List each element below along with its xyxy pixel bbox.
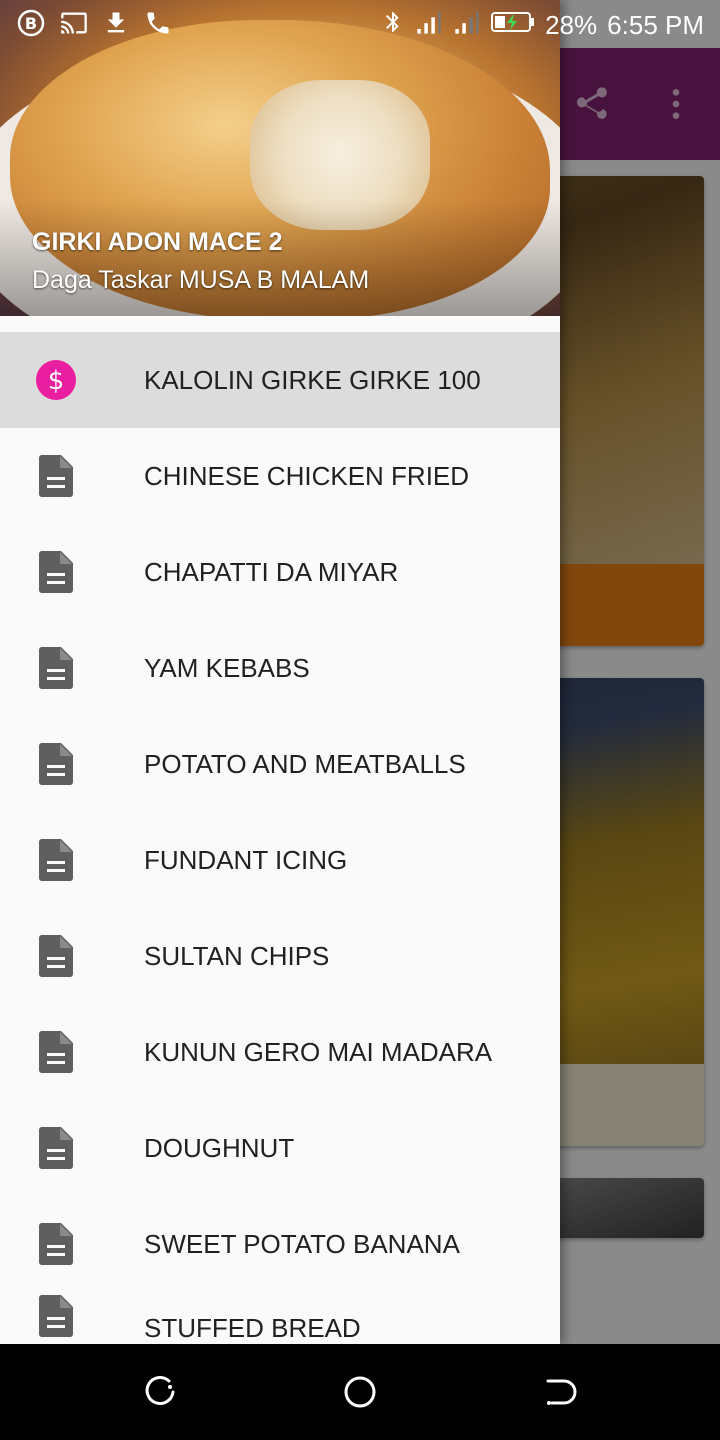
navigation-bar	[0, 1344, 720, 1440]
menu-item[interactable]: $ KALOLIN GIRKE GIRKE 100	[0, 332, 560, 428]
clock: 6:55 PM	[607, 10, 704, 40]
home-icon[interactable]	[340, 1372, 380, 1412]
menu-item[interactable]: SULTAN CHIPS	[0, 908, 560, 1004]
document-icon	[36, 836, 76, 884]
document-icon	[36, 932, 76, 980]
menu-item-label: CHAPATTI DA MIYAR	[144, 557, 399, 587]
menu-item-label: CHINESE CHICKEN FRIED	[144, 461, 470, 491]
menu-item-label: YAM KEBABS	[144, 653, 310, 683]
menu-item-label: STUFFED BREAD	[144, 1313, 361, 1343]
menu-item[interactable]: CHINESE CHICKEN FRIED	[0, 428, 560, 524]
navigation-drawer: GIRKI ADON MACE 2 Daga Taskar MUSA B MAL…	[0, 0, 560, 1344]
menu-item[interactable]: SWEET POTATO BANANA	[0, 1196, 560, 1292]
menu-item[interactable]: YAM KEBABS	[0, 620, 560, 716]
battery-charging-icon	[491, 10, 535, 41]
status-bar: B 28% 6:55 PM	[0, 0, 720, 48]
menu-item[interactable]: DOUGHNUT	[0, 1100, 560, 1196]
drawer-subtitle: Daga Taskar MUSA B MALAM	[32, 266, 370, 294]
download-icon	[102, 9, 130, 42]
call-wifi-icon	[144, 9, 172, 42]
document-icon	[36, 452, 76, 500]
menu-item-label: FUNDANT ICING	[144, 845, 348, 875]
menu-item-label: SULTAN CHIPS	[144, 941, 330, 971]
menu-item[interactable]: CHAPATTI DA MIYAR	[0, 524, 560, 620]
menu-item-label: POTATO AND MEATBALLS	[144, 749, 466, 779]
bluetooth-icon	[381, 8, 405, 43]
back-icon[interactable]	[540, 1372, 580, 1412]
menu-item[interactable]: STUFFED BREAD	[0, 1292, 560, 1344]
svg-text:$: $	[48, 366, 65, 396]
dollar-icon: $	[36, 356, 76, 404]
cast-icon	[60, 9, 88, 42]
menu-item-label: KUNUN GERO MAI MADARA	[144, 1037, 493, 1067]
drawer-title: GIRKI ADON MACE 2	[32, 228, 283, 256]
svg-text:B: B	[25, 14, 37, 33]
b-badge-icon: B	[16, 8, 46, 43]
menu-item-label: SWEET POTATO BANANA	[144, 1229, 460, 1259]
drawer-menu: $ KALOLIN GIRKE GIRKE 100 CHINESE CHICKE…	[0, 332, 560, 1344]
menu-item[interactable]: KUNUN GERO MAI MADARA	[0, 1004, 560, 1100]
document-icon	[36, 644, 76, 692]
recents-icon[interactable]	[140, 1372, 180, 1412]
document-icon	[36, 1028, 76, 1076]
document-icon	[36, 1292, 76, 1340]
document-icon	[36, 1124, 76, 1172]
menu-item[interactable]: FUNDANT ICING	[0, 812, 560, 908]
menu-item-label: KALOLIN GIRKE GIRKE 100	[144, 365, 481, 395]
battery-percent: 28%	[545, 10, 598, 40]
document-icon	[36, 740, 76, 788]
document-icon	[36, 548, 76, 596]
menu-item-label: DOUGHNUT	[144, 1133, 295, 1163]
signal-icon-2	[453, 8, 481, 43]
menu-item[interactable]: POTATO AND MEATBALLS	[0, 716, 560, 812]
document-icon	[36, 1220, 76, 1268]
signal-icon	[415, 8, 443, 43]
